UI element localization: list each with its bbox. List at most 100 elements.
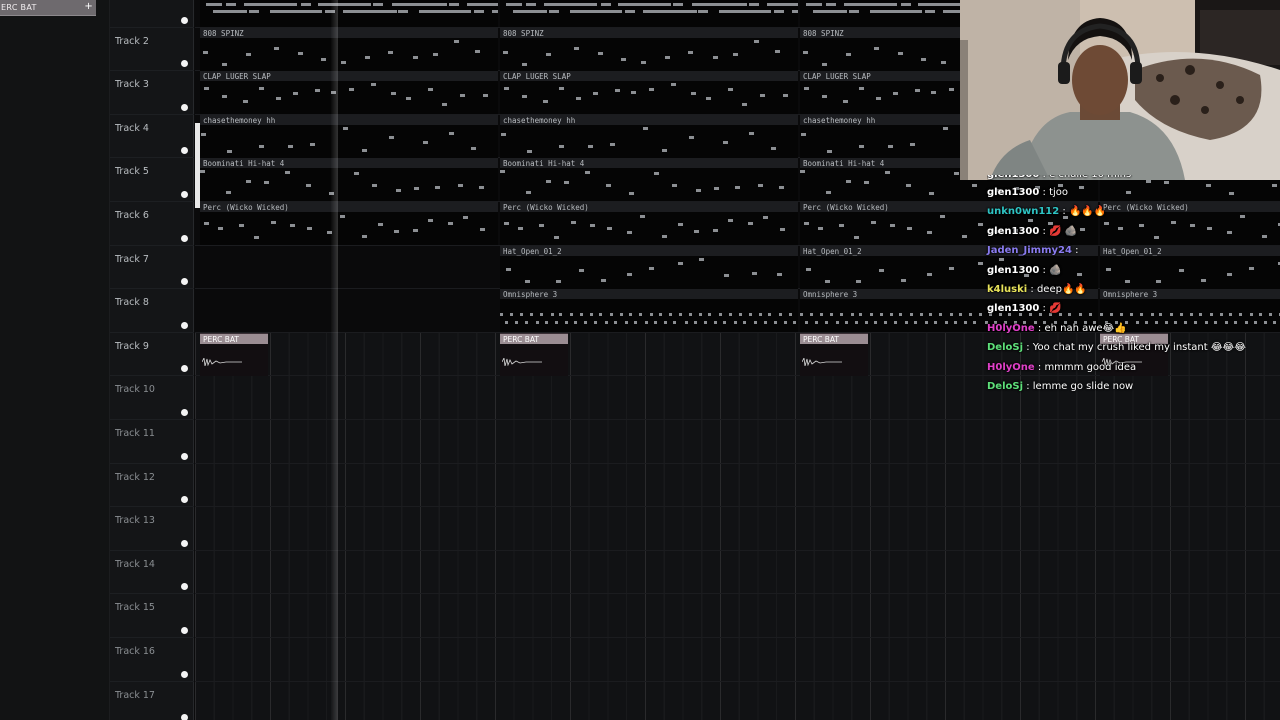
audio-clip-header: PERC BAT <box>500 333 568 344</box>
track-header[interactable]: Track 15 <box>110 594 194 638</box>
note <box>271 221 276 224</box>
note <box>969 313 972 317</box>
track-header[interactable]: Track 2 <box>110 28 194 72</box>
track-mute-toggle[interactable] <box>181 365 188 373</box>
track-mute-toggle[interactable] <box>181 496 188 504</box>
pattern-clip[interactable]: CLAP LUGER SLAP <box>200 71 498 115</box>
track-header[interactable]: Track 10 <box>110 376 194 420</box>
track-lane[interactable] <box>195 551 1280 595</box>
track-lane[interactable] <box>195 594 1280 638</box>
track-mute-toggle[interactable] <box>181 278 188 286</box>
track-header[interactable]: Track 13 <box>110 507 194 551</box>
pattern-clip[interactable]: 808 SPINZ <box>200 27 498 71</box>
note <box>555 321 558 325</box>
track-mute-toggle[interactable] <box>181 60 188 68</box>
track-mute-toggle[interactable] <box>181 714 188 720</box>
audio-clip[interactable]: PERC BAT <box>200 332 268 376</box>
track-mute-toggle[interactable] <box>181 452 188 460</box>
track-lane[interactable] <box>195 420 1280 464</box>
note <box>901 278 906 282</box>
note <box>920 313 923 317</box>
playhead[interactable] <box>331 0 338 720</box>
clip-header: Boominati Hi-hat 4 <box>200 158 498 169</box>
note <box>723 321 726 325</box>
note <box>777 272 782 276</box>
track-header[interactable]: Track 11 <box>110 420 194 464</box>
note <box>688 50 693 54</box>
note <box>792 10 798 13</box>
pattern-clip[interactable]: Boominati Hi-hat 4 <box>500 158 798 202</box>
track-header[interactable]: Track 1 <box>110 0 194 28</box>
track-lane[interactable] <box>195 507 1280 551</box>
pattern-clip[interactable]: Analog Lab 4 <box>200 0 498 27</box>
note <box>659 313 662 317</box>
note <box>599 313 602 317</box>
note-preview <box>500 257 798 287</box>
track-lane[interactable] <box>195 638 1280 682</box>
track-mute-toggle[interactable] <box>181 234 188 242</box>
track-header[interactable]: Track 6 <box>110 202 194 246</box>
track-header[interactable]: Track 9 <box>110 333 194 377</box>
note <box>610 142 615 146</box>
track-header[interactable]: Track 12 <box>110 464 194 508</box>
audio-clip[interactable]: PERC BAT <box>500 332 568 376</box>
loop-start-marker[interactable] <box>195 123 200 208</box>
note <box>771 146 776 150</box>
pattern-clip[interactable]: Hat_Open_01_2 <box>500 245 798 289</box>
track-header[interactable]: Track 14 <box>110 551 194 595</box>
track-header[interactable]: Track 4 <box>110 115 194 159</box>
track-mute-toggle[interactable] <box>181 190 188 198</box>
chat-username: glen1300 <box>987 175 1039 180</box>
pattern-clip[interactable]: Perc (Wicko Wicked) <box>200 202 498 245</box>
add-icon[interactable]: + <box>84 1 93 12</box>
chat-separator: : <box>1042 303 1046 315</box>
track-header[interactable]: Track 17 <box>110 682 194 720</box>
pattern-clip[interactable]: chasethemoney hh <box>200 114 498 158</box>
note <box>231 10 247 13</box>
clip-label: 808 SPINZ <box>203 28 244 38</box>
note <box>874 46 879 50</box>
track-mute-toggle[interactable] <box>181 583 188 591</box>
note <box>650 313 653 317</box>
note <box>559 87 564 91</box>
track-header[interactable]: Track 5 <box>110 158 194 202</box>
pattern-clip[interactable]: Analog Lab 4 <box>500 0 798 27</box>
track-header[interactable]: Track 16 <box>110 638 194 682</box>
note <box>708 313 711 317</box>
pattern-clip[interactable]: CLAP LUGER SLAP <box>500 71 798 115</box>
track-header[interactable]: Track 8 <box>110 289 194 333</box>
track-mute-toggle[interactable] <box>181 16 188 24</box>
note <box>783 94 788 98</box>
track-header[interactable]: Track 7 <box>110 246 194 290</box>
track-mute-toggle[interactable] <box>181 408 188 416</box>
note <box>890 313 893 317</box>
chat-separator: : <box>1030 283 1034 295</box>
track-mute-toggle[interactable] <box>181 626 188 634</box>
track-lane[interactable] <box>195 682 1280 720</box>
audio-clip[interactable]: PERC BAT <box>800 332 868 376</box>
track-name: Track 11 <box>115 428 155 439</box>
track-header[interactable]: Track 3 <box>110 71 194 115</box>
chat-text: lemme go slide now <box>1032 380 1134 392</box>
note <box>748 222 753 225</box>
browser-clip-item[interactable]: ERC BAT + <box>0 0 96 16</box>
note <box>574 321 577 325</box>
track-mute-toggle[interactable] <box>181 103 188 111</box>
track-mute-toggle[interactable] <box>181 539 188 547</box>
pattern-clip[interactable]: 808 SPINZ <box>500 27 798 71</box>
track-mute-toggle[interactable] <box>181 147 188 155</box>
note <box>749 3 759 6</box>
track-lane[interactable] <box>195 464 1280 508</box>
pattern-clip[interactable]: Perc (Wicko Wicked) <box>500 202 798 245</box>
track-mute-toggle[interactable] <box>181 670 188 678</box>
note <box>825 321 828 325</box>
note <box>605 321 608 325</box>
pattern-clip[interactable]: chasethemoney hh <box>500 114 798 158</box>
track-name: Track 9 <box>115 340 149 352</box>
chat-overlay: glen1300 : e challe 10 minsglen1300 : tj… <box>987 175 1277 400</box>
pattern-clip[interactable]: Omnisphere 3 <box>500 289 798 333</box>
pattern-clip[interactable]: Boominati Hi-hat 4 <box>200 158 498 202</box>
track-mute-toggle[interactable] <box>181 321 188 329</box>
note <box>593 92 598 96</box>
note <box>501 132 506 136</box>
